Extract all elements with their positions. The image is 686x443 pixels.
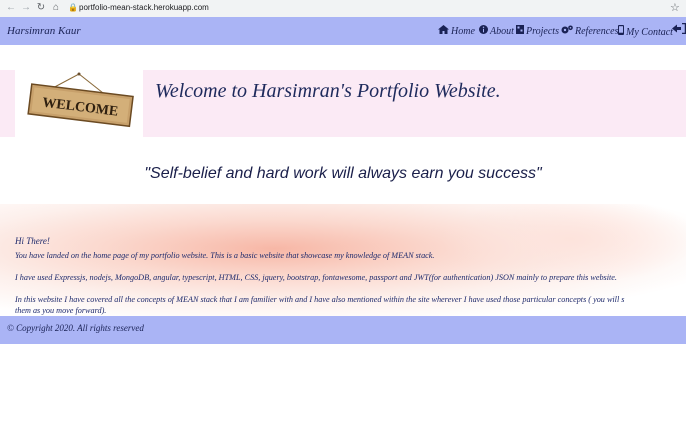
welcome-title: Welcome to Harsimran's Portfolio Website… (155, 80, 501, 102)
nav-home-label: Home (451, 26, 475, 37)
welcome-sign-image: WELCOME (15, 70, 143, 137)
motto-quote: "Self-belief and hard work will always e… (144, 165, 542, 182)
intro-section: Hi There! You have landed on the home pa… (0, 204, 686, 316)
forward-arrow-icon[interactable]: → (20, 2, 32, 14)
nav-references-label: References (575, 26, 619, 37)
nav-references[interactable]: References (561, 25, 619, 37)
nav-about-label: About (490, 26, 514, 37)
browser-toolbar: ← → ↻ ⌂ 🔒 portfolio-mean-stack.herokuapp… (0, 0, 686, 18)
nav-about[interactable]: About (479, 25, 514, 37)
url-text[interactable]: portfolio-mean-stack.herokuapp.com (79, 2, 209, 14)
greeting-heading: Hi There! (15, 236, 50, 246)
back-arrow-icon[interactable]: ← (5, 2, 17, 14)
bookmark-star-icon[interactable]: ☆ (670, 1, 680, 14)
projects-icon (516, 25, 524, 37)
nav-projects[interactable]: Projects (516, 25, 559, 37)
reload-icon[interactable]: ↻ (35, 2, 47, 14)
copyright-text: © Copyright 2020. All rights reserved (7, 323, 144, 333)
brand-name[interactable]: Harsimran Kaur (7, 25, 81, 37)
nav-logout[interactable] (672, 22, 686, 38)
home-icon (438, 25, 449, 37)
intro-paragraph-3-line-1: In this website I have covered all the c… (15, 295, 625, 304)
mobile-icon (618, 25, 624, 38)
nav-contact[interactable]: My Contact (618, 25, 673, 38)
background-glow (440, 204, 686, 284)
nav-contact-label: My Contact (626, 27, 673, 38)
intro-paragraph-2: I have used Expressjs, nodejs, MongoDB, … (15, 273, 617, 282)
info-icon (479, 25, 488, 37)
nav-home[interactable]: Home (438, 25, 475, 37)
intro-paragraph-1: You have landed on the home page of my p… (15, 251, 435, 260)
intro-paragraph-3-line-2: them as you move forward). (15, 306, 107, 315)
intro-paragraph-3: In this website I have covered all the c… (15, 294, 624, 316)
nav-projects-label: Projects (526, 26, 559, 37)
lock-icon[interactable]: 🔒 (68, 3, 78, 12)
site-navbar: Harsimran Kaur Home About Projects Refer… (0, 17, 686, 45)
logout-icon (672, 22, 686, 37)
site-footer: © Copyright 2020. All rights reserved (0, 316, 686, 344)
gears-icon (561, 25, 573, 37)
home-browser-icon[interactable]: ⌂ (50, 2, 62, 14)
